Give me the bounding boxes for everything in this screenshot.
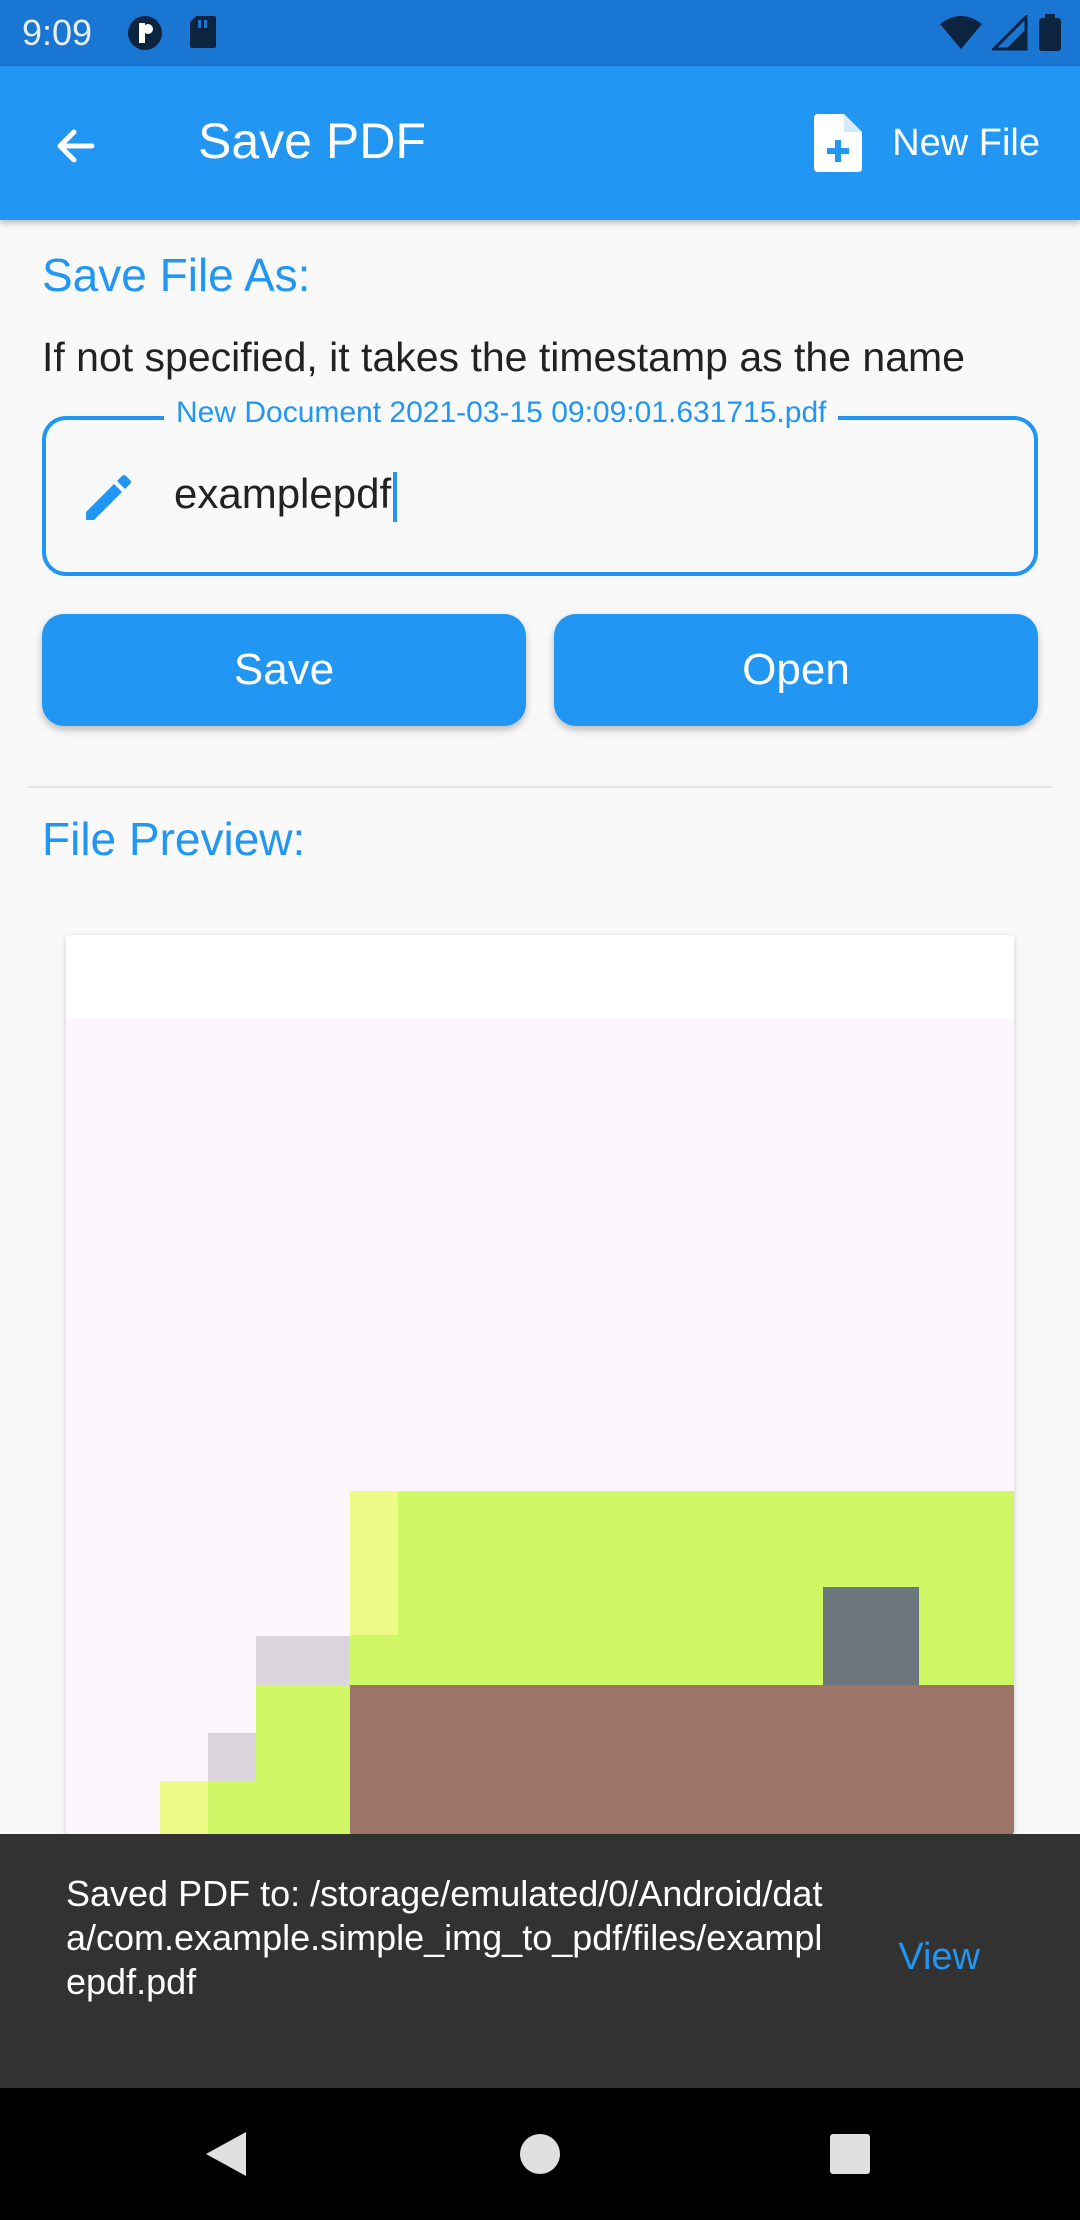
nav-home-button[interactable] [510, 2124, 570, 2184]
app-bar: Save PDF New File [0, 66, 1080, 220]
battery-icon [1038, 14, 1062, 57]
square-recents-icon [830, 2134, 870, 2174]
save-button[interactable]: Save [42, 614, 526, 726]
divider [28, 786, 1052, 788]
filename-helper-text: If not specified, it takes the timestamp… [42, 334, 965, 380]
text-caret [393, 471, 398, 522]
new-file-button[interactable]: New File [814, 106, 1040, 180]
sd-card-icon [188, 14, 218, 57]
pdf-preview-image [66, 1019, 1014, 1835]
snackbar-view-button[interactable]: View [898, 1936, 980, 1979]
pdf-preview-card [66, 935, 1014, 1835]
wifi-icon [940, 16, 982, 55]
filename-input-label: New Document 2021-03-15 09:09:01.631715.… [164, 396, 839, 430]
app-notification-icon [126, 14, 164, 57]
snackbar: Saved PDF to: /storage/emulated/0/Androi… [0, 1834, 1080, 2088]
filename-input-value: examplepdf [174, 470, 398, 522]
status-time: 9:09 [22, 12, 93, 53]
circle-home-icon [520, 2134, 560, 2174]
file-preview-title: File Preview: [42, 813, 306, 865]
note-add-icon [814, 114, 863, 172]
status-bar: 9:09 [0, 0, 1080, 66]
save-file-as-title: Save File As: [42, 249, 311, 301]
system-nav-bar [0, 2088, 1080, 2220]
snackbar-message: Saved PDF to: /storage/emulated/0/Androi… [66, 1873, 823, 2002]
open-button[interactable]: Open [554, 614, 1038, 726]
nav-recents-button[interactable] [820, 2124, 880, 2184]
nav-back-button[interactable] [196, 2124, 256, 2184]
triangle-back-icon [206, 2132, 246, 2176]
arrow-back-icon [57, 129, 95, 163]
page-title: Save PDF [198, 113, 426, 169]
filename-input[interactable]: New Document 2021-03-15 09:09:01.631715.… [42, 396, 1038, 576]
pencil-icon [86, 475, 131, 520]
back-button[interactable] [40, 110, 112, 182]
new-file-label: New File [892, 121, 1040, 164]
signal-icon [990, 13, 1028, 56]
